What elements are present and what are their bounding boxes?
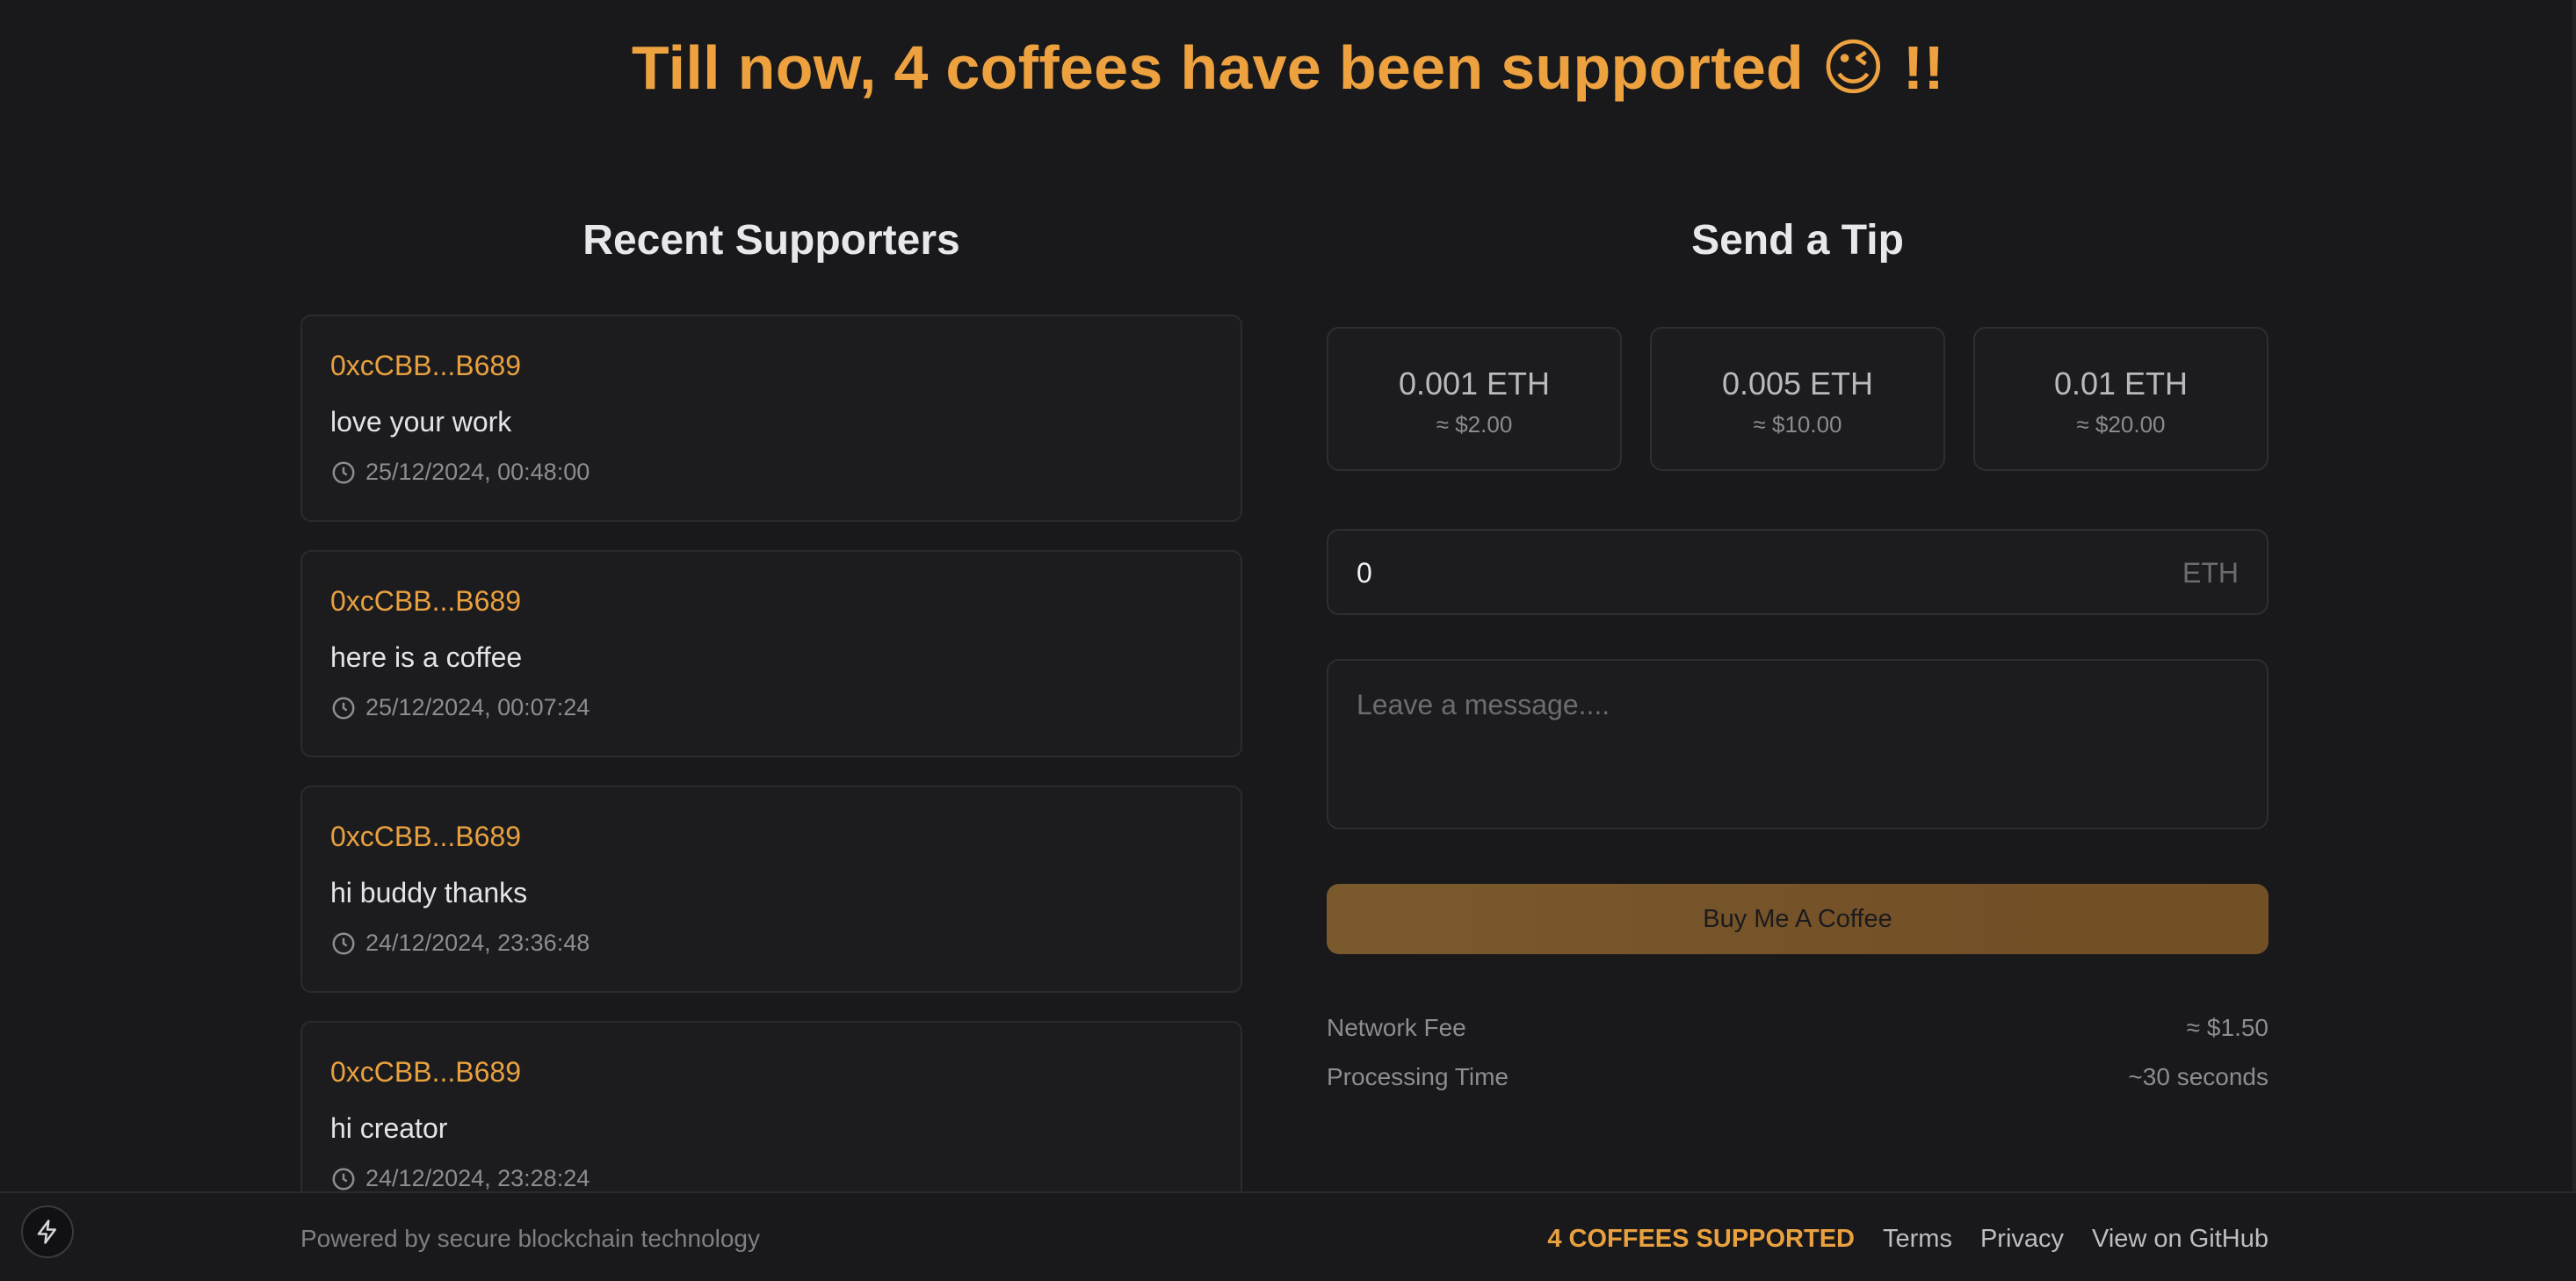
bolt-button[interactable] — [21, 1205, 74, 1258]
terms-link[interactable]: Terms — [1883, 1225, 1952, 1254]
message-textarea[interactable]: Leave a message.... — [1327, 659, 2268, 829]
eth-amount-input[interactable]: 0 ETH — [1327, 529, 2268, 615]
preset-usd-amount: ≈ $20.00 — [2076, 411, 2166, 438]
supporter-message: here is a coffee — [330, 641, 523, 673]
supporter-time: 25/12/2024, 00:48:00 — [330, 459, 590, 486]
supporter-time: 25/12/2024, 00:07:24 — [330, 694, 590, 721]
page-headline: Till now, 4 coffees have been supported … — [631, 33, 1945, 102]
supporter-message: love your work — [330, 406, 512, 438]
supporter-time: 24/12/2024, 23:28:24 — [330, 1165, 590, 1191]
supporter-card: 0xcCBB...B689 hi creator 24/12/2024, 23:… — [300, 1021, 1242, 1191]
footer-links: 4 COFFEES SUPPORTED Terms Privacy View o… — [1547, 1225, 2268, 1254]
preset-eth-amount: 0.001 ETH — [1398, 365, 1551, 402]
scrollbar-track[interactable] — [2572, 0, 2576, 1191]
preset-usd-amount: ≈ $2.00 — [1436, 411, 1513, 438]
supporter-time-text: 24/12/2024, 23:28:24 — [365, 1165, 590, 1191]
network-fee-value: ≈ $1.50 — [2186, 1014, 2268, 1041]
preset-0-001-eth-button[interactable]: 0.001 ETH ≈ $2.00 — [1327, 327, 1622, 471]
processing-time-label: Processing Time — [1327, 1063, 1509, 1090]
preset-eth-amount: 0.01 ETH — [2053, 365, 2189, 402]
clock-icon — [332, 697, 355, 719]
github-link[interactable]: View on GitHub — [2092, 1225, 2268, 1254]
tip-presets: 0.001 ETH ≈ $2.00 0.005 ETH ≈ $10.00 0.0… — [1327, 327, 2268, 471]
coffees-count-badge: 4 COFFEES SUPPORTED — [1547, 1225, 1855, 1253]
clock-icon — [332, 461, 355, 483]
processing-time-value: ~30 seconds — [2128, 1063, 2268, 1090]
privacy-link[interactable]: Privacy — [1980, 1225, 2064, 1254]
powered-by-text: Powered by secure blockchain technology — [300, 1225, 760, 1252]
page: Till now, 4 coffees have been supported … — [0, 0, 2576, 1281]
supporter-address: 0xcCBB...B689 — [330, 821, 521, 852]
clock-icon — [332, 1168, 355, 1190]
lightning-bolt-icon — [37, 1219, 56, 1244]
supporter-message: hi buddy thanks — [330, 877, 528, 908]
eth-amount-value: 0 — [1357, 557, 1372, 589]
supporter-address: 0xcCBB...B689 — [330, 585, 521, 617]
supporter-card: 0xcCBB...B689 here is a coffee 25/12/202… — [300, 550, 1242, 757]
network-fee-label: Network Fee — [1327, 1014, 1466, 1041]
preset-usd-amount: ≈ $10.00 — [1753, 411, 1842, 438]
supporter-message: hi creator — [330, 1112, 448, 1144]
supporter-time-text: 25/12/2024, 00:07:24 — [365, 694, 590, 720]
supporter-time-text: 24/12/2024, 23:36:48 — [365, 930, 590, 956]
supporter-time: 24/12/2024, 23:36:48 — [330, 930, 590, 957]
supporters-list[interactable]: 0xcCBB...B689 love your work 25/12/2024,… — [300, 315, 1242, 1191]
eth-unit-label: ETH — [2182, 557, 2239, 589]
supporter-address: 0xcCBB...B689 — [330, 350, 521, 381]
footer: Powered by secure blockchain technology … — [0, 1191, 2576, 1281]
message-placeholder: Leave a message.... — [1357, 689, 1610, 720]
supporter-time-text: 25/12/2024, 00:48:00 — [365, 459, 590, 485]
supporter-card: 0xcCBB...B689 love your work 25/12/2024,… — [300, 315, 1242, 522]
recent-supporters-title: Recent Supporters — [582, 217, 960, 264]
preset-0-005-eth-button[interactable]: 0.005 ETH ≈ $10.00 — [1650, 327, 1945, 471]
preset-0-01-eth-button[interactable]: 0.01 ETH ≈ $20.00 — [1973, 327, 2268, 471]
preset-eth-amount: 0.005 ETH — [1721, 365, 1874, 402]
supporter-address: 0xcCBB...B689 — [330, 1056, 521, 1088]
send-tip-title: Send a Tip — [1691, 217, 1904, 264]
supporter-card: 0xcCBB...B689 hi buddy thanks 24/12/2024… — [300, 785, 1242, 993]
clock-icon — [332, 932, 355, 954]
buy-coffee-button[interactable]: Buy Me A Coffee — [1327, 884, 2268, 954]
